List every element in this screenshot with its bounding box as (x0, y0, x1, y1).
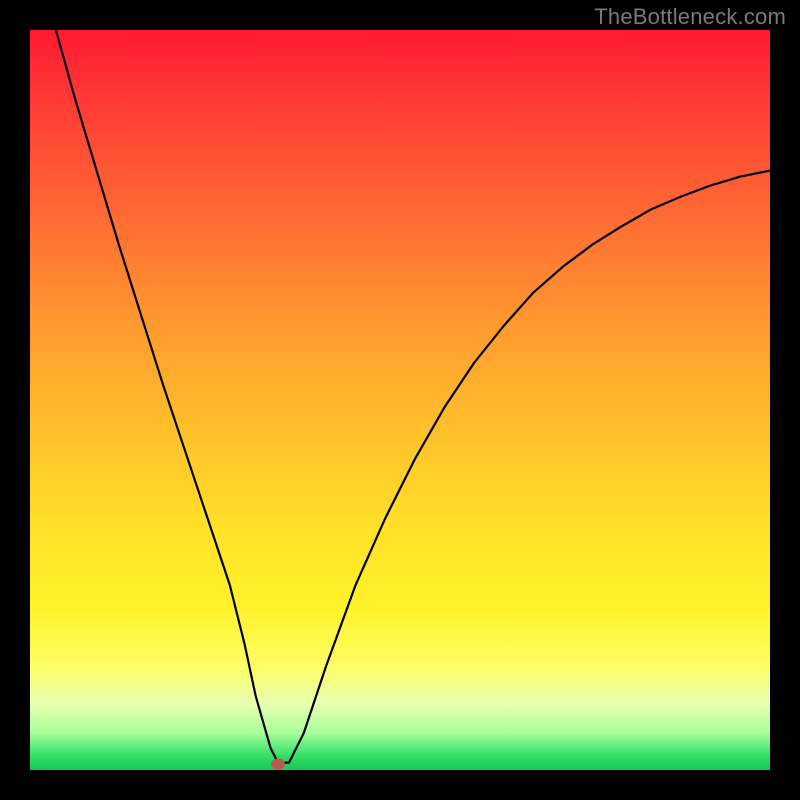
optimum-marker (271, 759, 285, 770)
bottleneck-curve-path (56, 30, 770, 763)
watermark-text: TheBottleneck.com (594, 4, 786, 30)
plot-area (30, 30, 770, 770)
chart-frame: TheBottleneck.com (0, 0, 800, 800)
curve-svg (30, 30, 770, 770)
